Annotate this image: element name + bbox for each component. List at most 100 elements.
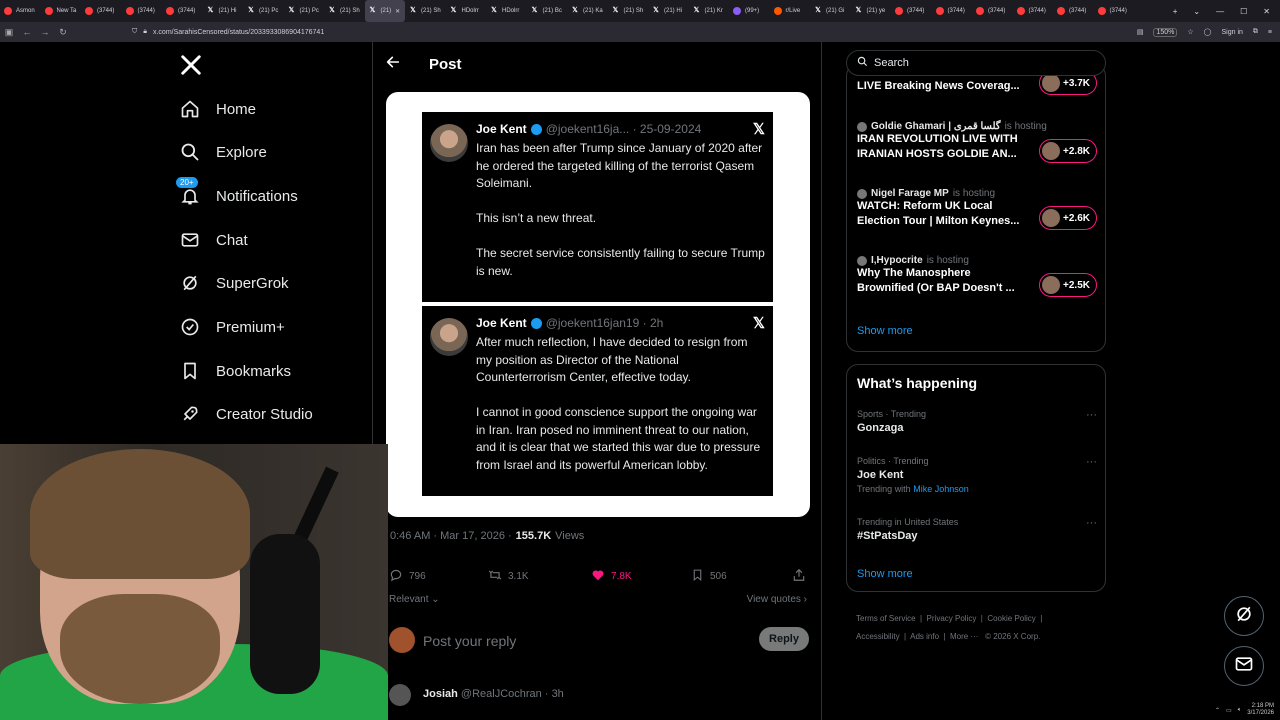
forward-icon[interactable]: →	[36, 27, 54, 37]
grok-button[interactable]	[1224, 596, 1264, 636]
maximize-icon[interactable]: ☐	[1240, 7, 1247, 16]
url-text[interactable]: x.com/SarahisCensored/status/20339330869…	[153, 29, 324, 36]
ads-info-link[interactable]: Ads info	[910, 632, 939, 641]
browser-tab[interactable]: (3744)	[81, 0, 122, 22]
browser-tab[interactable]: (3744)	[1094, 0, 1135, 22]
tab-list-icon[interactable]: ⌄	[1193, 7, 1200, 16]
live-item[interactable]: Goldie Ghamari | گلسا قمری is hosting IRA…	[857, 121, 1097, 163]
browser-tab[interactable]: (3744)	[1053, 0, 1094, 22]
trend-item[interactable]: Trending in United States #StPatsDay ···	[857, 517, 1097, 542]
browser-tab[interactable]: 𝕏 (21) Sh	[324, 0, 365, 22]
network-icon[interactable]: ▭	[1226, 707, 1232, 714]
close-tab-icon[interactable]: ✕	[395, 8, 400, 15]
browser-tab[interactable]: New Ta	[41, 0, 82, 22]
accessibility-link[interactable]: Accessibility	[856, 632, 900, 641]
nav-premium-label: Premium+	[216, 318, 285, 336]
post-media-card[interactable]: Joe Kent @joekent16ja... · 25-09-2024 𝕏 …	[386, 92, 810, 517]
browser-tab[interactable]: 𝕏 (21) ✕	[364, 0, 405, 22]
search-input[interactable]: Search	[846, 50, 1106, 76]
like-button[interactable]: 7.8K	[591, 568, 632, 585]
browser-tab[interactable]: (3744)	[932, 0, 973, 22]
volume-icon[interactable]: 🔈︎	[1238, 707, 1242, 714]
browser-tab[interactable]: (3744)	[122, 0, 163, 22]
back-arrow-icon[interactable]	[385, 54, 401, 75]
zoom-level[interactable]: 150%	[1153, 27, 1178, 37]
reply-button[interactable]: 796	[389, 568, 426, 585]
nav-home[interactable]: Home	[180, 94, 256, 124]
more-options-icon[interactable]: ···	[1086, 456, 1097, 468]
browser-tab[interactable]: (3744)	[891, 0, 932, 22]
more-options-icon[interactable]: ···	[1086, 517, 1097, 529]
new-tab-icon[interactable]: +	[1173, 7, 1178, 16]
browser-tab[interactable]: 𝕏 (21) Ka	[567, 0, 608, 22]
close-window-icon[interactable]: ✕	[1263, 7, 1270, 16]
hosting-label: is hosting	[926, 255, 969, 266]
nav-supergrok[interactable]: SuperGrok	[180, 268, 289, 298]
nav-creator-studio[interactable]: Creator Studio	[180, 399, 313, 429]
sign-in-label[interactable]: Sign in	[1222, 29, 1243, 36]
sort-replies-dropdown[interactable]: Relevant ⌄	[389, 594, 440, 605]
trending-with-link[interactable]: Mike Johnson	[913, 484, 969, 494]
nav-explore[interactable]: Explore	[180, 137, 267, 167]
minimize-icon[interactable]: —	[1216, 7, 1224, 16]
messages-button[interactable]	[1224, 646, 1264, 686]
browser-tab[interactable]: 𝕏 (21) Kr	[689, 0, 730, 22]
x-logo-icon[interactable]	[180, 54, 202, 83]
cookie-link[interactable]: Cookie Policy	[987, 614, 1035, 623]
browser-tab[interactable]: 𝕏 (21) Pc	[243, 0, 284, 22]
browser-tab[interactable]: 𝕏 (21) ye	[851, 0, 892, 22]
system-tray: ⌃ ▭ 🔈︎ 2:18 PM 3/17/2026	[1170, 700, 1280, 720]
browser-tab[interactable]: 𝕏 (21) Bc	[527, 0, 568, 22]
shield-icon[interactable]: ⛉	[132, 28, 137, 36]
reader-icon[interactable]: ▤	[1137, 28, 1144, 36]
repost-button[interactable]: 3.1K	[488, 568, 529, 585]
tray-chevron-icon[interactable]: ⌃	[1215, 707, 1220, 714]
nav-premium[interactable]: Premium+	[180, 312, 285, 342]
x-favicon-icon: 𝕏	[369, 7, 376, 14]
back-icon[interactable]: ←	[18, 27, 36, 37]
live-item[interactable]: LIVE Breaking News Coverag... +3.7K	[857, 71, 1097, 95]
browser-tab[interactable]: (3744)	[1013, 0, 1054, 22]
nav-bookmarks[interactable]: Bookmarks	[180, 356, 291, 386]
share-button[interactable]	[792, 568, 806, 585]
post-time[interactable]: 0:46 AM · Mar 17, 2026 ·	[390, 530, 512, 542]
browser-tab[interactable]: (99+)	[729, 0, 770, 22]
nav-notifications[interactable]: 20+ Notifications	[176, 177, 298, 211]
privacy-link[interactable]: Privacy Policy	[927, 614, 977, 623]
reply-input[interactable]: Post your reply	[423, 633, 516, 649]
browser-tab[interactable]: 𝕏 HDolrr	[446, 0, 487, 22]
browser-tab[interactable]: 𝕏 (21) Sh	[608, 0, 649, 22]
browser-tab[interactable]: 𝕏 (21) Hi	[203, 0, 244, 22]
nav-chat[interactable]: Chat	[180, 225, 248, 255]
browser-tab[interactable]: 𝕏 HDolrr	[486, 0, 527, 22]
live-item[interactable]: I,Hypocrite is hosting Why The Manosphere…	[857, 255, 1097, 297]
menu-icon[interactable]: ≡	[1268, 29, 1272, 36]
trend-item[interactable]: Politics · Trending Joe Kent Trending wi…	[857, 456, 1097, 494]
bookmark-button[interactable]: 506	[691, 568, 727, 585]
browser-tab[interactable]: 𝕏 (21) Hi	[648, 0, 689, 22]
browser-tab[interactable]: 𝕏 (21) Sh	[405, 0, 446, 22]
browser-tab[interactable]: 𝕏 (21) Gi	[810, 0, 851, 22]
reply-submit-button[interactable]: Reply	[759, 627, 809, 651]
browser-tab[interactable]: 𝕏 (21) Pc	[284, 0, 325, 22]
more-options-icon[interactable]: ···	[1086, 409, 1097, 421]
sidebar-toggle-icon[interactable]: ▣	[0, 27, 18, 38]
live-item[interactable]: Nigel Farage MP is hosting WATCH: Reform …	[857, 188, 1097, 230]
view-quotes-link[interactable]: View quotes ›	[747, 594, 807, 605]
extensions-icon[interactable]: ⧉	[1253, 28, 1258, 36]
trend-item[interactable]: Sports · Trending Gonzaga ···	[857, 409, 1097, 434]
browser-tab[interactable]: (3744)	[972, 0, 1013, 22]
terms-link[interactable]: Terms of Service	[856, 614, 916, 623]
browser-tab[interactable]: (3744)	[162, 0, 203, 22]
show-more-link[interactable]: Show more	[857, 568, 913, 580]
live-host: I,Hypocrite is hosting	[857, 255, 1097, 266]
reload-icon[interactable]: ↻	[54, 27, 72, 38]
account-icon[interactable]: ◯	[1204, 28, 1212, 36]
browser-tab[interactable]: r/Live	[770, 0, 811, 22]
bookmark-star-icon[interactable]: ☆	[1187, 28, 1193, 36]
address-bar[interactable]: ⛉ 🔒︎ x.com/SarahisCensored/status/203393…	[132, 25, 1132, 39]
more-link[interactable]: More ···	[950, 632, 978, 641]
clock[interactable]: 2:18 PM 3/17/2026	[1247, 703, 1274, 717]
browser-tab[interactable]: Asmon	[0, 0, 41, 22]
show-more-link[interactable]: Show more	[857, 325, 913, 337]
